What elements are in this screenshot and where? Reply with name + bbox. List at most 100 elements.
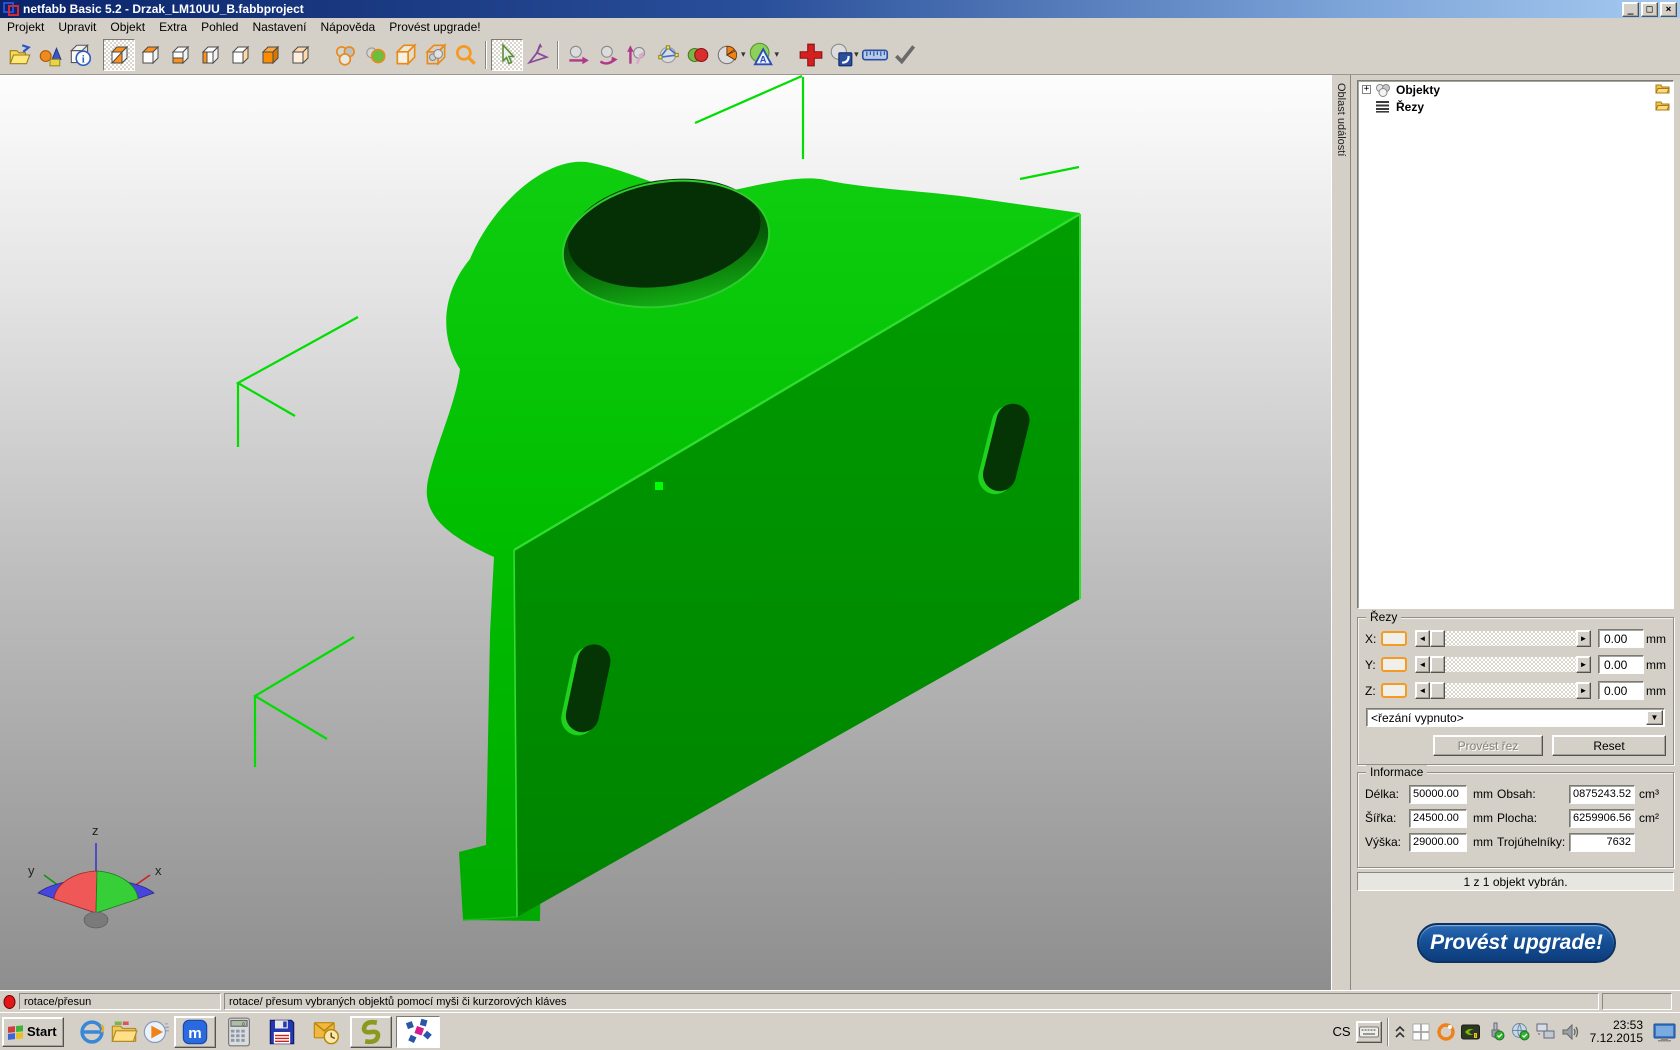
start-button[interactable]: Start [2,1017,64,1047]
keyboard-icon[interactable] [1356,1021,1382,1043]
axis-y-slider[interactable]: ◄ ► [1415,656,1591,673]
width-value[interactable]: 24500.00 [1409,809,1467,828]
add-part-button[interactable] [35,40,65,70]
model-part[interactable] [427,162,1080,921]
move-part-button[interactable] [563,40,593,70]
speedfan-task-button[interactable] [350,1016,392,1048]
maxthon-task-button[interactable]: m [174,1016,216,1048]
reset-button[interactable]: Reset [1552,735,1666,756]
menu-objekt[interactable]: Objekt [103,19,152,35]
open-project-button[interactable] [5,40,35,70]
slider-thumb[interactable] [1430,682,1445,699]
view-perspective-button[interactable] [103,39,135,71]
expand-icon[interactable]: + [1362,85,1371,94]
slider-thumb[interactable] [1430,630,1445,647]
boolean-operation-button[interactable] [683,40,713,70]
slider-right-arrow[interactable]: ► [1576,682,1591,699]
slider-track[interactable] [1445,631,1576,646]
cut-part-button[interactable] [713,40,743,70]
cut-part-dropdown-caret[interactable]: ▾ [741,49,746,60]
menu-napoveda[interactable]: Nápověda [313,19,382,35]
slider-track[interactable] [1445,683,1576,698]
slider-right-arrow[interactable]: ► [1576,630,1591,647]
slider-left-arrow[interactable]: ◄ [1415,682,1430,699]
view-left-button[interactable] [195,40,225,70]
file-explorer-icon[interactable] [108,1016,140,1048]
close-button[interactable]: × [1660,2,1677,17]
part-repair-button[interactable] [826,40,856,70]
minimize-button[interactable]: _ [1622,2,1639,17]
network-tray-icon[interactable] [1536,1022,1556,1042]
cut-mode-select[interactable]: <řezání vypnuto> ▼ [1366,708,1665,727]
event-area-strip[interactable]: Oblast událostí [1331,75,1351,990]
show-desktop-icon[interactable] [1652,1022,1678,1042]
language-indicator[interactable]: CS [1333,1024,1351,1039]
tree-item-objekty[interactable]: + Objekty [1358,81,1673,98]
nvidia-tray-icon[interactable]: ! [1461,1022,1481,1042]
windows-tray-icon[interactable] [1411,1022,1431,1042]
height-value[interactable]: 29000.00 [1409,833,1467,852]
tray-clock[interactable]: 23:53 7.12.2015 [1586,1019,1647,1045]
usb-tray-icon[interactable] [1486,1022,1506,1042]
automatic-repair-button[interactable]: A [747,40,777,70]
rotate-view-button[interactable] [523,40,553,70]
view-top-button[interactable] [135,40,165,70]
sync-tray-icon[interactable] [1511,1022,1531,1042]
menu-extra[interactable]: Extra [152,19,194,35]
view-right-button[interactable] [225,40,255,70]
tree-item-rezy[interactable]: Řezy [1358,98,1673,115]
maximize-button[interactable]: □ [1641,2,1658,17]
axis-x-value[interactable]: 0.00 [1598,629,1644,648]
slider-right-arrow[interactable]: ► [1576,656,1591,673]
slider-left-arrow[interactable]: ◄ [1415,656,1430,673]
zoom-to-parts-button[interactable] [421,40,451,70]
menu-projekt[interactable]: Projekt [0,19,51,35]
scale-part-button[interactable] [623,40,653,70]
length-value[interactable]: 50000.00 [1409,785,1467,804]
edit-mesh-button[interactable] [653,40,683,70]
axis-x-toggle[interactable] [1381,631,1407,646]
save-task-button[interactable] [262,1016,302,1048]
updater-tray-icon[interactable] [1436,1022,1456,1042]
folder-open-icon[interactable] [1655,83,1670,98]
execute-cut-button[interactable]: Provést řez [1433,735,1543,756]
zoom-button[interactable] [451,40,481,70]
menu-provest-upgrade[interactable]: Provést upgrade! [382,19,487,35]
view-back-button[interactable] [285,40,315,70]
upgrade-button[interactable]: Provést upgrade! [1417,923,1616,963]
hide-icons-chevron[interactable] [1394,1022,1406,1042]
object-tree[interactable]: + Objekty Řezy [1357,80,1674,609]
highlight-part-button[interactable] [361,40,391,70]
axis-z-toggle[interactable] [1381,683,1407,698]
measure-button[interactable] [860,40,890,70]
netfabb-task-button[interactable] [396,1016,440,1048]
axis-y-value[interactable]: 0.00 [1598,655,1644,674]
add-triangles-button[interactable] [796,40,826,70]
rotate-part-button[interactable] [593,40,623,70]
viewport-3d[interactable]: z y x [0,75,1331,990]
part-repair-dropdown-caret[interactable]: ▾ [854,49,859,60]
zoom-to-box-button[interactable] [391,40,421,70]
internet-explorer-icon[interactable] [76,1016,108,1048]
view-front-button[interactable] [255,40,285,70]
view-bottom-button[interactable] [165,40,195,70]
folder-open-icon[interactable] [1655,100,1670,115]
outlook-task-button[interactable] [306,1016,346,1048]
cursor-button[interactable] [491,39,523,71]
calculator-task-button[interactable]: 0 [220,1016,258,1048]
axis-x-slider[interactable]: ◄ ► [1415,630,1591,647]
chevron-down-icon[interactable]: ▼ [1646,710,1663,725]
slider-thumb[interactable] [1430,656,1445,673]
menu-nastaveni[interactable]: Nastavení [245,19,313,35]
volume-tray-icon[interactable] [1561,1022,1581,1042]
validate-button[interactable] [890,40,920,70]
menu-pohled[interactable]: Pohled [194,19,245,35]
slider-track[interactable] [1445,657,1576,672]
slider-left-arrow[interactable]: ◄ [1415,630,1430,647]
menu-upravit[interactable]: Upravit [51,19,103,35]
automatic-repair-dropdown-caret[interactable]: ▾ [775,49,780,60]
axis-y-toggle[interactable] [1381,657,1407,672]
select-parts-button[interactable] [331,40,361,70]
media-player-icon[interactable] [140,1016,172,1048]
part-info-button[interactable]: i [65,40,95,70]
